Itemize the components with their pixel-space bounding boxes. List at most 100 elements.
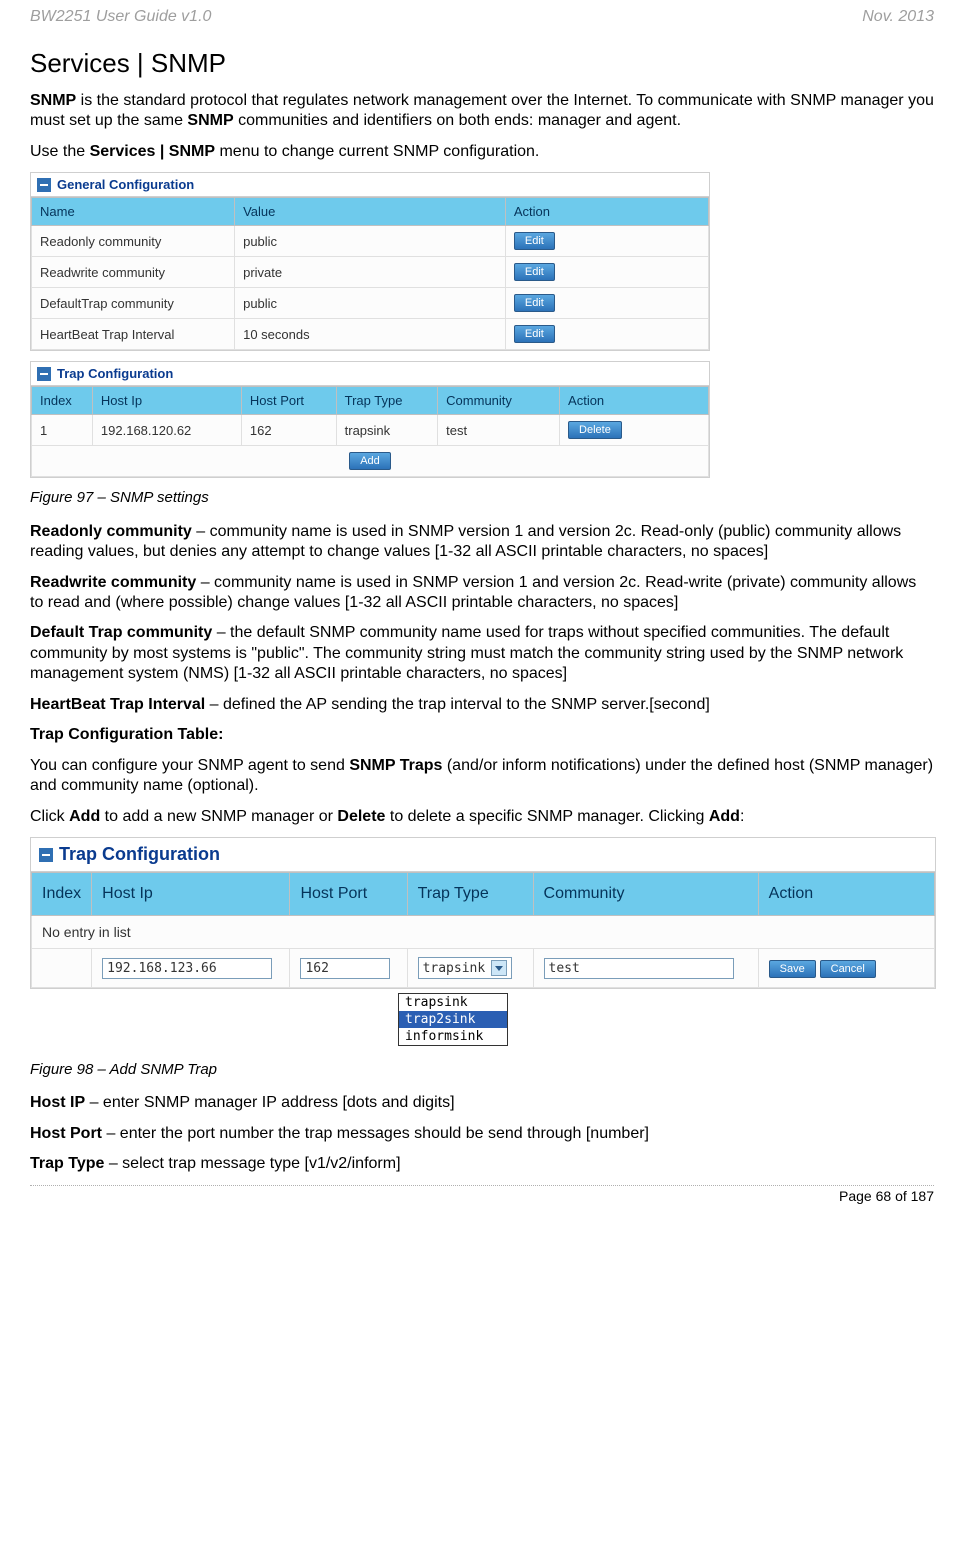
host-ip-input[interactable]: 192.168.123.66 — [102, 958, 272, 979]
collapse-icon[interactable] — [37, 178, 51, 192]
header-left: BW2251 User Guide v1.0 — [30, 8, 211, 26]
table-row: HeartBeat Trap Interval 10 seconds Edit — [32, 319, 709, 350]
header-right: Nov. 2013 — [862, 8, 934, 26]
col-comm: Community — [438, 387, 560, 415]
cell-type: trapsink — [336, 415, 438, 446]
table-row: DefaultTrap community public Edit — [32, 288, 709, 319]
add-row: Add — [32, 446, 709, 477]
edit-button[interactable]: Edit — [514, 263, 555, 281]
add-button[interactable]: Add — [349, 452, 391, 470]
page-title: Services | SNMP — [30, 48, 934, 79]
bold: Delete — [337, 808, 385, 825]
def-term: Trap Configuration Table: — [30, 726, 223, 743]
table-row: Readonly community public Edit — [32, 226, 709, 257]
select-value: trapsink — [423, 961, 486, 976]
txt: Click — [30, 808, 69, 825]
col-index: Index — [32, 387, 93, 415]
col-name: Name — [32, 198, 235, 226]
collapse-icon[interactable] — [39, 848, 53, 862]
cell-value: private — [235, 257, 506, 288]
chevron-down-icon — [491, 960, 507, 976]
cell-action: Edit — [505, 319, 708, 350]
col-host: Host Ip — [92, 873, 290, 916]
def-readwrite: Readwrite community – community name is … — [30, 573, 934, 614]
trap-config-heading: Trap Configuration Table: — [30, 725, 934, 745]
col-action: Action — [505, 198, 708, 226]
table-row: 1 192.168.120.62 162 trapsink test Delet… — [32, 415, 709, 446]
page-number: Page 68 of 187 — [839, 1188, 934, 1204]
cell-name: HeartBeat Trap Interval — [32, 319, 235, 350]
option-trapsink[interactable]: trapsink — [399, 994, 507, 1011]
trap-type-dropdown[interactable]: trapsink trap2sink informsink — [398, 993, 508, 1046]
def-text: – select trap message type [v1/v2/inform… — [104, 1155, 400, 1172]
edit-button[interactable]: Edit — [514, 232, 555, 250]
trap-title-bar: Trap Configuration — [31, 362, 709, 386]
col-port: Host Port — [241, 387, 336, 415]
bold: SNMP Traps — [349, 757, 442, 774]
col-port: Host Port — [290, 873, 407, 916]
header-row: Index Host Ip Host Port Trap Type Commun… — [32, 387, 709, 415]
figure-caption-1: Figure 97 – SNMP settings — [30, 488, 934, 507]
page-header: BW2251 User Guide v1.0 Nov. 2013 — [30, 8, 934, 26]
save-button[interactable]: Save — [769, 960, 816, 978]
cell-name: Readonly community — [32, 226, 235, 257]
cell-name: Readwrite community — [32, 257, 235, 288]
bold: Add — [709, 808, 740, 825]
cell-action: Edit — [505, 257, 708, 288]
col-host: Host Ip — [92, 387, 241, 415]
trap2-title: Trap Configuration — [59, 844, 220, 865]
intro-paragraph-2: Use the Services | SNMP menu to change c… — [30, 142, 934, 162]
option-trap2sink[interactable]: trap2sink — [399, 1011, 507, 1028]
intro-paragraph-1: SNMP is the standard protocol that regul… — [30, 91, 934, 132]
page-footer: Page 68 of 187 — [30, 1185, 934, 1204]
def-term: Default Trap community — [30, 624, 212, 641]
cell-action: Delete — [560, 415, 709, 446]
def-text: – defined the AP sending the trap interv… — [210, 696, 710, 713]
def-readonly: Readonly community – community name is u… — [30, 522, 934, 563]
cancel-button[interactable]: Cancel — [820, 960, 876, 978]
cell-action: Edit — [505, 226, 708, 257]
trap-desc: You can configure your SNMP agent to sen… — [30, 756, 934, 797]
txt: : — [740, 808, 744, 825]
header-row: Name Value Action — [32, 198, 709, 226]
intro-bold-snmp2: SNMP — [187, 112, 233, 129]
def-term: Readonly community — [30, 523, 192, 540]
intro-text2: communities and identifiers on both ends… — [234, 112, 681, 129]
edit-button[interactable]: Edit — [514, 325, 555, 343]
def-hostport: Host Port – enter the port number the tr… — [30, 1124, 934, 1144]
intro2-text: Use the — [30, 143, 90, 160]
txt: to delete a specific SNMP manager. Click… — [385, 808, 708, 825]
community-input[interactable]: test — [544, 958, 734, 979]
edit-button[interactable]: Edit — [514, 294, 555, 312]
collapse-icon[interactable] — [37, 367, 51, 381]
cell-action: Edit — [505, 288, 708, 319]
option-informsink[interactable]: informsink — [399, 1028, 507, 1045]
txt: You can configure your SNMP agent to sen… — [30, 757, 349, 774]
cell-value: public — [235, 226, 506, 257]
host-port-input[interactable]: 162 — [300, 958, 390, 979]
trap-type-select[interactable]: trapsink — [418, 957, 513, 979]
cell-value: public — [235, 288, 506, 319]
delete-button[interactable]: Delete — [568, 421, 622, 439]
trap-add-table: Trap Configuration Index Host Ip Host Po… — [30, 837, 936, 989]
no-entry-row: No entry in list — [32, 916, 935, 949]
no-entry-text: No entry in list — [32, 916, 935, 949]
cell-host: 192.168.120.62 — [92, 415, 241, 446]
cell-value: 10 seconds — [235, 319, 506, 350]
def-term: Host IP — [30, 1094, 85, 1111]
cell-comm: test — [438, 415, 560, 446]
general-title: General Configuration — [57, 177, 194, 192]
col-action: Action — [758, 873, 934, 916]
col-action: Action — [560, 387, 709, 415]
def-text: – enter the port number the trap message… — [102, 1125, 649, 1142]
trap-config-table: Trap Configuration Index Host Ip Host Po… — [30, 361, 710, 478]
bold: Add — [69, 808, 100, 825]
input-row: 192.168.123.66 162 trapsink test Save Ca… — [32, 949, 935, 988]
def-text: – enter SNMP manager IP address [dots an… — [85, 1094, 454, 1111]
txt: to add a new SNMP manager or — [100, 808, 337, 825]
trap-title: Trap Configuration — [57, 366, 173, 381]
trap2-title-bar: Trap Configuration — [31, 838, 935, 872]
cell-name: DefaultTrap community — [32, 288, 235, 319]
intro-bold-snmp: SNMP — [30, 92, 76, 109]
header-row: Index Host Ip Host Port Trap Type Commun… — [32, 873, 935, 916]
